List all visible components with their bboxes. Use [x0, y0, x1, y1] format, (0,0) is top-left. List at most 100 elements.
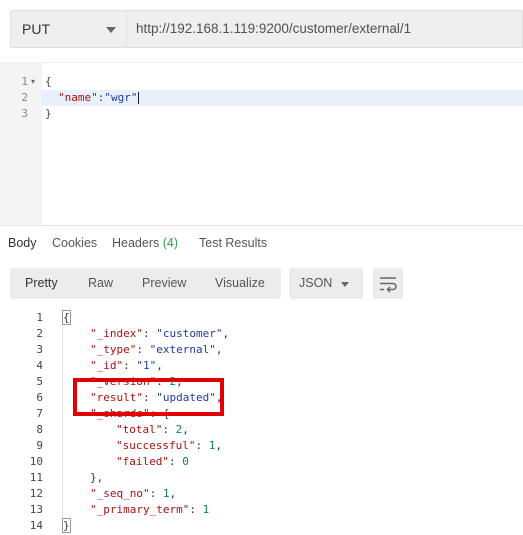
code-text: "_shards": {	[90, 406, 169, 422]
json-comma: ,	[182, 423, 189, 436]
tab-headers-label: Headers	[112, 236, 160, 250]
json-comma: ,	[215, 439, 222, 452]
json-colon: :	[162, 423, 176, 436]
line-number: 2	[36, 327, 43, 340]
json-colon: :	[149, 407, 163, 420]
line-number: 8	[36, 423, 43, 436]
code-text: "failed": 0	[116, 454, 189, 470]
code-text: "_type": "external",	[90, 342, 222, 358]
json-brace: }	[62, 518, 71, 533]
response-tabs: Body Cookies Headers (4) Test Results	[0, 225, 523, 259]
chevron-down-icon	[106, 27, 116, 33]
line-number: 2	[21, 91, 28, 104]
preview-button[interactable]: Preview	[142, 276, 186, 290]
line-number: 11	[29, 471, 43, 484]
json-colon: :	[136, 343, 150, 356]
tab-test-results[interactable]: Test Results	[199, 236, 267, 250]
json-comma: ,	[169, 487, 177, 500]
url-text: http://192.168.1.119:9200/customer/exter…	[136, 21, 412, 36]
json-comma: ,	[176, 375, 183, 388]
request-body-editor[interactable]: 1 ▾ {2 "name":"wgr" 3}	[0, 62, 523, 226]
code-text: {	[45, 74, 52, 90]
line-number: 1	[36, 311, 43, 324]
code-text: "successful": 1,	[116, 438, 222, 454]
json-colon: :	[195, 439, 209, 452]
code-text: "_seq_no": 1,	[90, 486, 176, 502]
line-number: 3	[21, 107, 28, 120]
response-toolbar: Pretty Raw Preview Visualize JSON	[0, 258, 523, 308]
json-value: "external"	[149, 343, 216, 356]
json-colon: :	[123, 359, 137, 372]
json-colon: :	[142, 327, 157, 340]
line-number: 6	[36, 391, 43, 404]
wrap-lines-icon	[380, 277, 397, 293]
json-key: "_index"	[90, 327, 143, 340]
code-text: "total": 2,	[116, 422, 189, 438]
json-value: 1	[202, 503, 210, 516]
code-text: {	[62, 310, 71, 326]
line-number: 12	[29, 487, 43, 500]
code-text: },	[90, 470, 103, 486]
fold-toggle-icon[interactable]: ▾	[31, 74, 35, 90]
text-cursor	[137, 92, 139, 104]
json-key: "_shards"	[90, 407, 150, 420]
json-value: "updated"	[156, 391, 216, 404]
request-url-bar: PUT http://192.168.1.119:9200/customer/e…	[0, 0, 523, 60]
url-input[interactable]: http://192.168.1.119:9200/customer/exter…	[126, 10, 523, 48]
json-key: "failed"	[116, 455, 169, 468]
code-text: "name":"wgr"	[58, 90, 139, 106]
line-number: 7	[36, 407, 43, 420]
code-text: }	[62, 518, 71, 534]
json-brace: }	[45, 107, 52, 120]
json-comma: ,	[215, 343, 223, 356]
code-text: "result": "updated",	[90, 390, 222, 406]
json-comma: ,	[222, 327, 230, 340]
line-number: 5	[36, 375, 43, 388]
line-number: 1	[21, 75, 28, 88]
headers-count-badge: (4)	[162, 236, 179, 250]
line-number: 10	[29, 455, 43, 468]
json-string: "wgr"	[104, 91, 138, 104]
visualize-button[interactable]: Visualize	[215, 276, 265, 290]
pretty-button[interactable]: Pretty	[25, 276, 58, 290]
tab-headers[interactable]: Headers (4)	[112, 236, 178, 250]
json-key: "_type"	[90, 343, 137, 356]
json-comma: ,	[156, 359, 163, 372]
json-key: "total"	[116, 423, 163, 436]
json-colon: :	[142, 391, 157, 404]
code-text: }	[45, 106, 52, 122]
tab-body[interactable]: Body	[8, 236, 37, 250]
method-select[interactable]: PUT	[10, 10, 126, 48]
json-key: "name"	[58, 91, 98, 104]
json-colon: :	[189, 503, 203, 516]
json-value: "customer"	[156, 327, 223, 340]
chevron-down-icon	[341, 282, 349, 287]
json-brace: {	[45, 75, 52, 88]
format-select[interactable]: JSON	[289, 268, 363, 299]
line-number: 4	[36, 359, 43, 372]
line-number: 3	[36, 343, 43, 356]
code-text: "_index": "customer",	[90, 326, 229, 342]
json-key: "_version"	[90, 375, 157, 388]
json-colon: :	[149, 487, 163, 500]
json-brace: },	[90, 471, 104, 484]
raw-button[interactable]: Raw	[88, 276, 113, 290]
json-key: "_primary_term"	[90, 503, 190, 516]
json-comma: ,	[215, 391, 223, 404]
json-key: "result"	[90, 391, 143, 404]
line-number: 13	[29, 503, 43, 516]
json-value: 0	[182, 455, 189, 468]
tab-cookies[interactable]: Cookies	[52, 236, 97, 250]
indent-guide	[62, 316, 63, 526]
json-key: "_id"	[90, 359, 124, 372]
method-label: PUT	[22, 21, 50, 37]
response-body-viewer[interactable]: 1 {2 "_index": "customer", 3 "_type": "exter…	[0, 308, 523, 535]
code-text: "_id": "1",	[90, 358, 163, 374]
view-mode-segment: Pretty Raw Preview Visualize	[10, 268, 281, 299]
json-key: "_seq_no"	[90, 487, 150, 500]
wrap-lines-button[interactable]	[373, 268, 403, 299]
json-value: "1"	[136, 359, 157, 372]
code-text: "_version": 2,	[90, 374, 183, 390]
